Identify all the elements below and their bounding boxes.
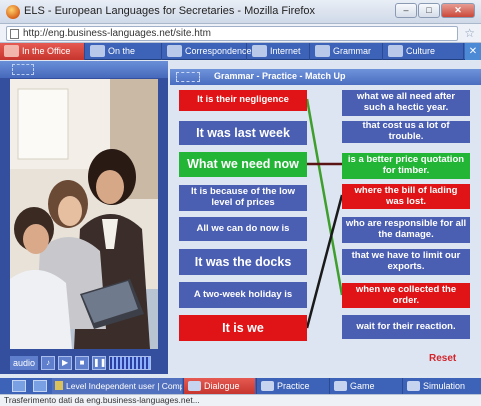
url-field[interactable]: http://eng.business-languages.net/site.h… <box>6 26 458 41</box>
stop-icon[interactable]: ■ <box>75 356 90 370</box>
play-icon[interactable]: ▶ <box>58 356 73 370</box>
url-text: http://eng.business-languages.net/site.h… <box>23 28 211 39</box>
pause-icon[interactable]: ❚❚ <box>92 356 106 370</box>
firefox-icon <box>6 5 20 19</box>
tab-label: In the Office <box>22 46 71 56</box>
telephone-icon <box>90 45 105 57</box>
maximize-button[interactable]: □ <box>418 3 440 18</box>
media-controls: audio ♪ ▶ ■ ❚❚ <box>10 356 158 370</box>
address-bar: http://eng.business-languages.net/site.h… <box>0 24 481 43</box>
tab-label: Culture <box>406 46 436 56</box>
office-icon <box>4 45 19 57</box>
bookmark-star-icon[interactable]: ☆ <box>464 26 475 40</box>
close-x-icon[interactable]: ✕ <box>465 43 481 60</box>
tab-grammar[interactable]: Grammar <box>311 43 383 60</box>
match-right-item[interactable]: wait for their reaction. <box>342 315 470 339</box>
tab-internet[interactable]: Internet <box>248 43 310 60</box>
office-photo <box>10 79 158 349</box>
match-right-item[interactable]: is a better price quotation for timber. <box>342 153 470 179</box>
speaker-icon[interactable]: ♪ <box>41 356 56 370</box>
computer-icon <box>252 45 267 57</box>
match-right-item[interactable]: where the bill of lading was lost. <box>342 184 470 209</box>
header-decor-icon <box>12 64 34 75</box>
window-title: ELS - European Languages for Secretaries… <box>24 5 316 17</box>
home-icon[interactable] <box>12 380 26 392</box>
volume-meter[interactable] <box>109 356 152 370</box>
bottom-bar: Level Independent user | Complaints Dial… <box>0 378 481 394</box>
browser-status-bar: Trasferimento dati da eng.business-langu… <box>0 394 481 406</box>
window-controls: – □ ✕ <box>395 3 475 18</box>
page-icon <box>10 29 19 39</box>
tab-dialogue[interactable]: Dialogue <box>183 378 255 394</box>
exercise-title: Grammar - Practice - Match Up <box>214 71 346 81</box>
game-icon <box>334 381 347 391</box>
minimize-button[interactable]: – <box>395 3 417 18</box>
pencil-icon <box>55 381 63 390</box>
dialogue-icon <box>188 381 201 391</box>
header-decor-icon <box>176 72 200 82</box>
match-left-item[interactable]: A two-week holiday is <box>179 282 307 308</box>
level-text: Level Independent user | Complaints <box>66 381 182 391</box>
practice-icon <box>261 381 274 391</box>
match-left-item[interactable]: It is their negligence <box>179 90 307 111</box>
match-left-item[interactable]: It was last week <box>179 121 307 145</box>
tab-on-the-telephone[interactable]: On the telephone <box>86 43 162 73</box>
status-text: Trasferimento dati da eng.business-langu… <box>4 395 200 405</box>
tab-game[interactable]: Game <box>329 378 401 394</box>
match-right-item[interactable]: what we all need after such a hectic yea… <box>342 90 470 116</box>
match-right-item[interactable]: who are responsible for all the damage. <box>342 217 470 243</box>
match-left-item[interactable]: What we need now <box>179 152 307 177</box>
match-right-item[interactable]: that cost us a lot of trouble. <box>342 120 470 143</box>
simulation-icon <box>407 381 420 391</box>
tab-label: Game <box>350 381 375 391</box>
close-button[interactable]: ✕ <box>441 3 475 18</box>
grammar-icon <box>315 45 330 57</box>
culture-icon <box>388 45 403 57</box>
exercise-header: Grammar - Practice - Match Up <box>170 69 481 85</box>
match-left-item[interactable]: It was the docks <box>179 249 307 275</box>
envelope-icon <box>167 45 182 57</box>
tab-label: Internet <box>270 46 301 56</box>
tab-correspondence[interactable]: Correspondence <box>163 43 252 60</box>
level-badge: Level Independent user | Complaints <box>52 378 182 394</box>
tab-culture[interactable]: Culture <box>384 43 464 60</box>
audio-label: audio <box>10 356 39 370</box>
tab-label: Correspondence <box>185 46 252 56</box>
tab-practice[interactable]: Practice <box>256 378 328 394</box>
top-navigation: In the Office On the telephone Correspon… <box>0 43 481 73</box>
tab-in-the-office[interactable]: In the Office <box>0 43 85 60</box>
tab-simulation[interactable]: Simulation <box>402 378 481 394</box>
match-left-item[interactable]: It is because of the low level of prices <box>179 185 307 211</box>
match-right-item[interactable]: that we have to limit our exports. <box>342 249 470 275</box>
tab-label: Practice <box>277 381 310 391</box>
left-panel-header <box>0 61 168 78</box>
office-photo-illustration <box>10 79 158 349</box>
book-icon[interactable] <box>33 380 47 392</box>
tab-label: Simulation <box>423 381 466 391</box>
tab-label: Grammar <box>333 46 371 56</box>
window-titlebar: ELS - European Languages for Secretaries… <box>0 0 481 24</box>
tab-label: Dialogue <box>204 381 240 391</box>
reset-button[interactable]: Reset <box>429 353 456 364</box>
match-left-item[interactable]: It is we <box>179 315 307 341</box>
match-left-item[interactable]: All we can do now is <box>179 217 307 241</box>
match-right-item[interactable]: when we collected the order. <box>342 283 470 308</box>
